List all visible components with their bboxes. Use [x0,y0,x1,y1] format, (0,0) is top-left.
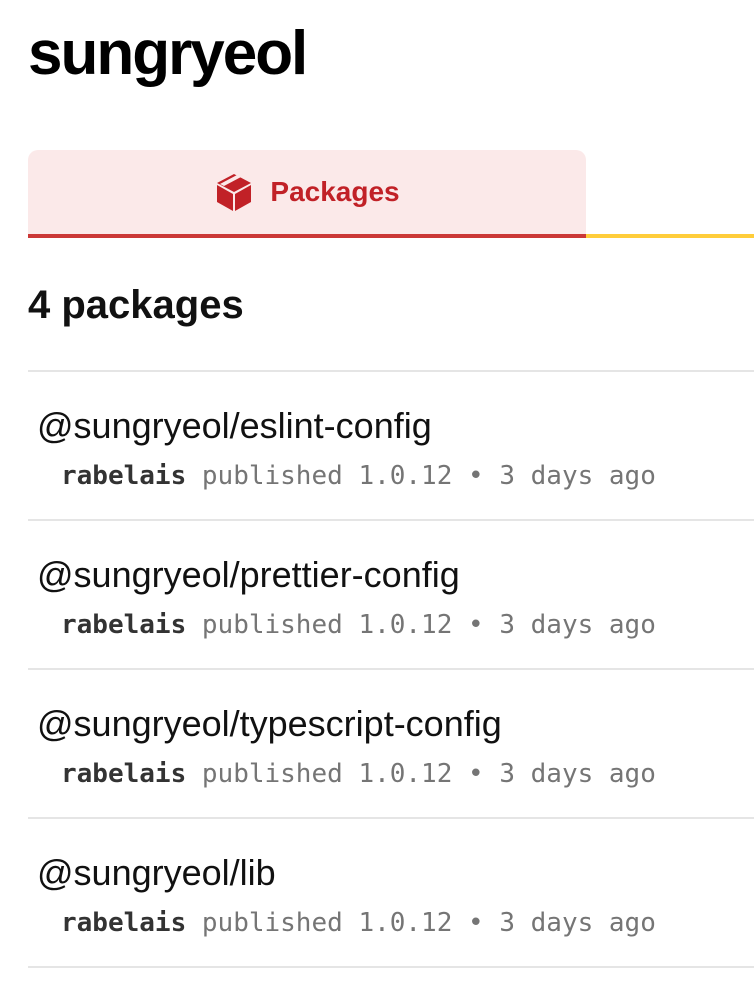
publisher-link[interactable]: rabelais [61,908,186,938]
list-item: @sungryeol/lib rabelais published 1.0.12… [28,819,754,968]
package-meta: rabelais published 1.0.12 • 3 days ago [61,756,656,792]
tab-bar-border [586,234,754,238]
tab-packages[interactable]: Packages [28,150,586,234]
tab-bar: Packages [28,150,754,238]
packages-count-heading: 4 packages [28,283,244,327]
package-meta: rabelais published 1.0.12 • 3 days ago [61,905,656,941]
package-name-link[interactable]: @sungryeol/eslint-config [37,402,432,450]
package-list: @sungryeol/eslint-config rabelais publis… [28,370,754,968]
package-meta: rabelais published 1.0.12 • 3 days ago [61,458,656,494]
publisher-link[interactable]: rabelais [61,759,186,789]
version: 1.0.12 [358,759,453,789]
published-label: published [201,759,343,789]
published-label: published [201,908,343,938]
published-label: published [201,461,343,491]
package-name-link[interactable]: @sungryeol/prettier-config [37,551,460,599]
separator-dot: • [468,461,484,491]
package-icon [214,172,254,212]
publish-time: 3 days ago [499,759,656,789]
version: 1.0.12 [358,461,453,491]
package-name-link[interactable]: @sungryeol/typescript-config [37,700,502,748]
list-item: @sungryeol/typescript-config rabelais pu… [28,670,754,819]
publisher-link[interactable]: rabelais [61,461,186,491]
version: 1.0.12 [358,610,453,640]
publisher-link[interactable]: rabelais [61,610,186,640]
tab-packages-label: Packages [270,176,400,207]
publish-time: 3 days ago [499,908,656,938]
publish-time: 3 days ago [499,610,656,640]
list-item: @sungryeol/prettier-config rabelais publ… [28,521,754,670]
separator-dot: • [468,610,484,640]
tab-active-indicator [28,234,586,238]
published-label: published [201,610,343,640]
org-title: sungryeol [28,19,308,88]
separator-dot: • [468,908,484,938]
publish-time: 3 days ago [499,461,656,491]
separator-dot: • [468,759,484,789]
version: 1.0.12 [358,908,453,938]
package-name-link[interactable]: @sungryeol/lib [37,849,276,897]
package-meta: rabelais published 1.0.12 • 3 days ago [61,607,656,643]
list-item: @sungryeol/eslint-config rabelais publis… [28,372,754,521]
